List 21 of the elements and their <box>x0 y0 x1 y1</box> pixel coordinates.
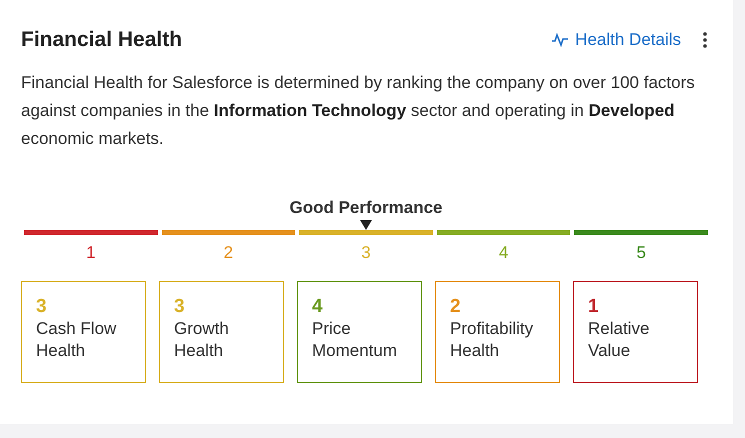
metric-score: 4 <box>312 296 324 318</box>
metric-score: 1 <box>588 296 600 318</box>
scale-number: 2 <box>224 243 234 263</box>
scale-number: 4 <box>498 243 508 263</box>
metric-label: Cash Flow Health <box>36 318 118 362</box>
section-title: Financial Health <box>21 28 182 52</box>
metric-label: Relative Value <box>588 318 650 362</box>
metric-label: Price Momentum <box>312 318 398 362</box>
scale-number: 3 <box>361 243 371 263</box>
scale-number: 5 <box>636 243 646 263</box>
metric-label: Growth Health <box>174 318 230 362</box>
metric-score: 2 <box>450 296 462 318</box>
metric-score: 3 <box>36 296 48 318</box>
description-text: Financial Health for Salesforce is determined by ranking the company on over 100 factors against companies in the Information Technology sector and operating in Developed economic markets. <box>21 72 696 150</box>
more-options-icon <box>703 32 707 48</box>
metric-label: Profitability Health <box>450 318 534 362</box>
performance-label: Good Performance <box>288 198 444 218</box>
health-details-link[interactable]: Health Details <box>551 30 681 50</box>
metric-score: 3 <box>174 296 186 318</box>
scale-number: 1 <box>86 243 96 263</box>
pulse-icon <box>551 33 570 47</box>
